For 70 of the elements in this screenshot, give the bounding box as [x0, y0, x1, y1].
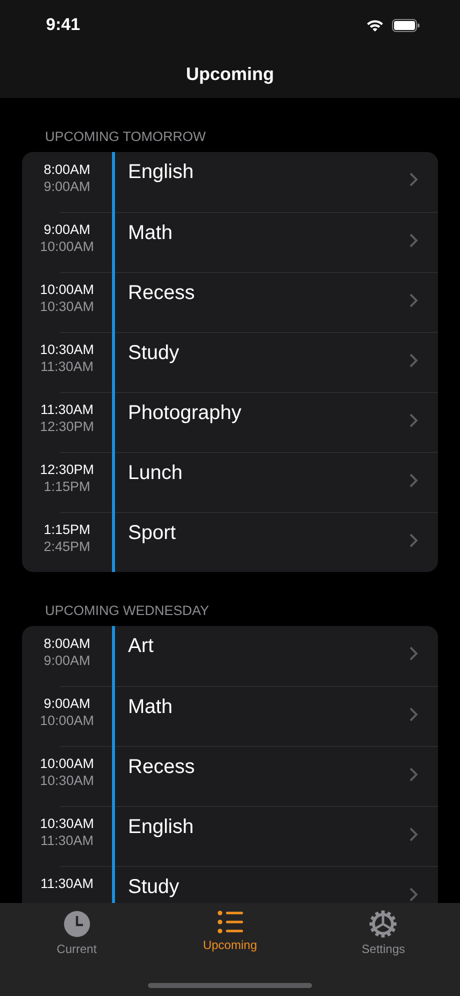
end-time: 2:45PM — [44, 539, 90, 554]
class-row[interactable]: 12:30PM 1:15PM Lunch — [22, 452, 438, 512]
start-time: 9:00AM — [44, 696, 90, 711]
class-title: Art — [128, 634, 154, 659]
wifi-icon — [366, 18, 384, 32]
end-time: 1:15PM — [44, 479, 90, 494]
chevron-icon — [409, 172, 418, 187]
chevron-icon — [409, 646, 418, 661]
class-title: Study — [128, 875, 180, 900]
chevron-icon — [409, 887, 418, 902]
start-time: 10:30AM — [40, 342, 94, 357]
end-time: 9:00AM — [44, 179, 90, 194]
class-row[interactable]: 1:15PM 2:45PM Sport — [22, 512, 438, 572]
class-row[interactable]: 10:30AM 11:30AM Study — [22, 332, 438, 392]
start-time: 11:30AM — [40, 402, 94, 417]
status-time: 9:41 — [46, 15, 80, 35]
class-row[interactable]: 11:30AM 12:30PM Photography — [22, 392, 438, 452]
class-title: Sport — [128, 521, 176, 546]
screen-title: Upcoming — [186, 64, 274, 84]
class-row[interactable]: 8:00AM 9:00AM Art — [22, 626, 438, 686]
start-time: 11:30AM — [40, 876, 94, 891]
class-title: Math — [128, 695, 172, 720]
start-time: 8:00AM — [44, 636, 90, 651]
end-time: 10:00AM — [40, 713, 94, 728]
start-time: 12:30PM — [40, 462, 94, 477]
end-time: 10:30AM — [40, 773, 94, 788]
start-time: 10:00AM — [40, 756, 94, 771]
chevron-icon — [409, 353, 418, 368]
class-title: Study — [128, 341, 180, 366]
end-time: 10:30AM — [40, 299, 94, 314]
end-time: 11:30AM — [40, 359, 94, 374]
class-title: Lunch — [128, 461, 182, 486]
section-header: UPCOMING WEDNESDAY — [44, 602, 210, 620]
end-time: 12:30PM — [40, 419, 94, 434]
start-time: 1:15PM — [44, 522, 90, 537]
chevron-icon — [409, 827, 418, 842]
class-title: English — [128, 815, 194, 840]
class-row[interactable]: 10:30AM 11:30AM English — [22, 806, 438, 866]
chevron-icon — [409, 767, 418, 782]
class-title: Recess — [128, 281, 195, 306]
tab[interactable]: Current — [0, 910, 154, 956]
tab[interactable]: Upcoming — [153, 910, 307, 952]
class-title: Photography — [128, 401, 242, 426]
class-row[interactable]: 9:00AM 10:00AM Math — [22, 212, 438, 272]
start-time: 9:00AM — [44, 222, 90, 237]
battery-icon — [392, 18, 420, 32]
class-row[interactable]: 10:00AM 10:30AM Recess — [22, 272, 438, 332]
class-title: Math — [128, 221, 172, 246]
chevron-icon — [409, 473, 418, 488]
chevron-icon — [409, 413, 418, 428]
start-time: 10:30AM — [40, 816, 94, 831]
settings-icon — [369, 910, 398, 938]
end-time: 9:00AM — [44, 653, 90, 668]
class-row[interactable]: 8:00AM 9:00AM English — [22, 152, 438, 212]
end-time: 10:00AM — [40, 239, 94, 254]
end-time: 11:30AM — [40, 833, 94, 848]
class-title: Recess — [128, 755, 195, 780]
chevron-icon — [409, 707, 418, 722]
start-time: 10:00AM — [40, 282, 94, 297]
clock-icon — [62, 910, 91, 938]
chevron-icon — [409, 533, 418, 548]
start-time: 8:00AM — [44, 162, 90, 177]
list-icon — [216, 910, 243, 934]
class-row[interactable]: 10:00AM 10:30AM Recess — [22, 746, 438, 806]
chevron-icon — [409, 293, 418, 308]
chevron-icon — [409, 233, 418, 248]
class-row[interactable]: 9:00AM 10:00AM Math — [22, 686, 438, 746]
section-header: UPCOMING TOMORROW — [44, 128, 207, 146]
class-title: English — [128, 160, 194, 185]
tab[interactable]: Settings — [306, 910, 460, 956]
